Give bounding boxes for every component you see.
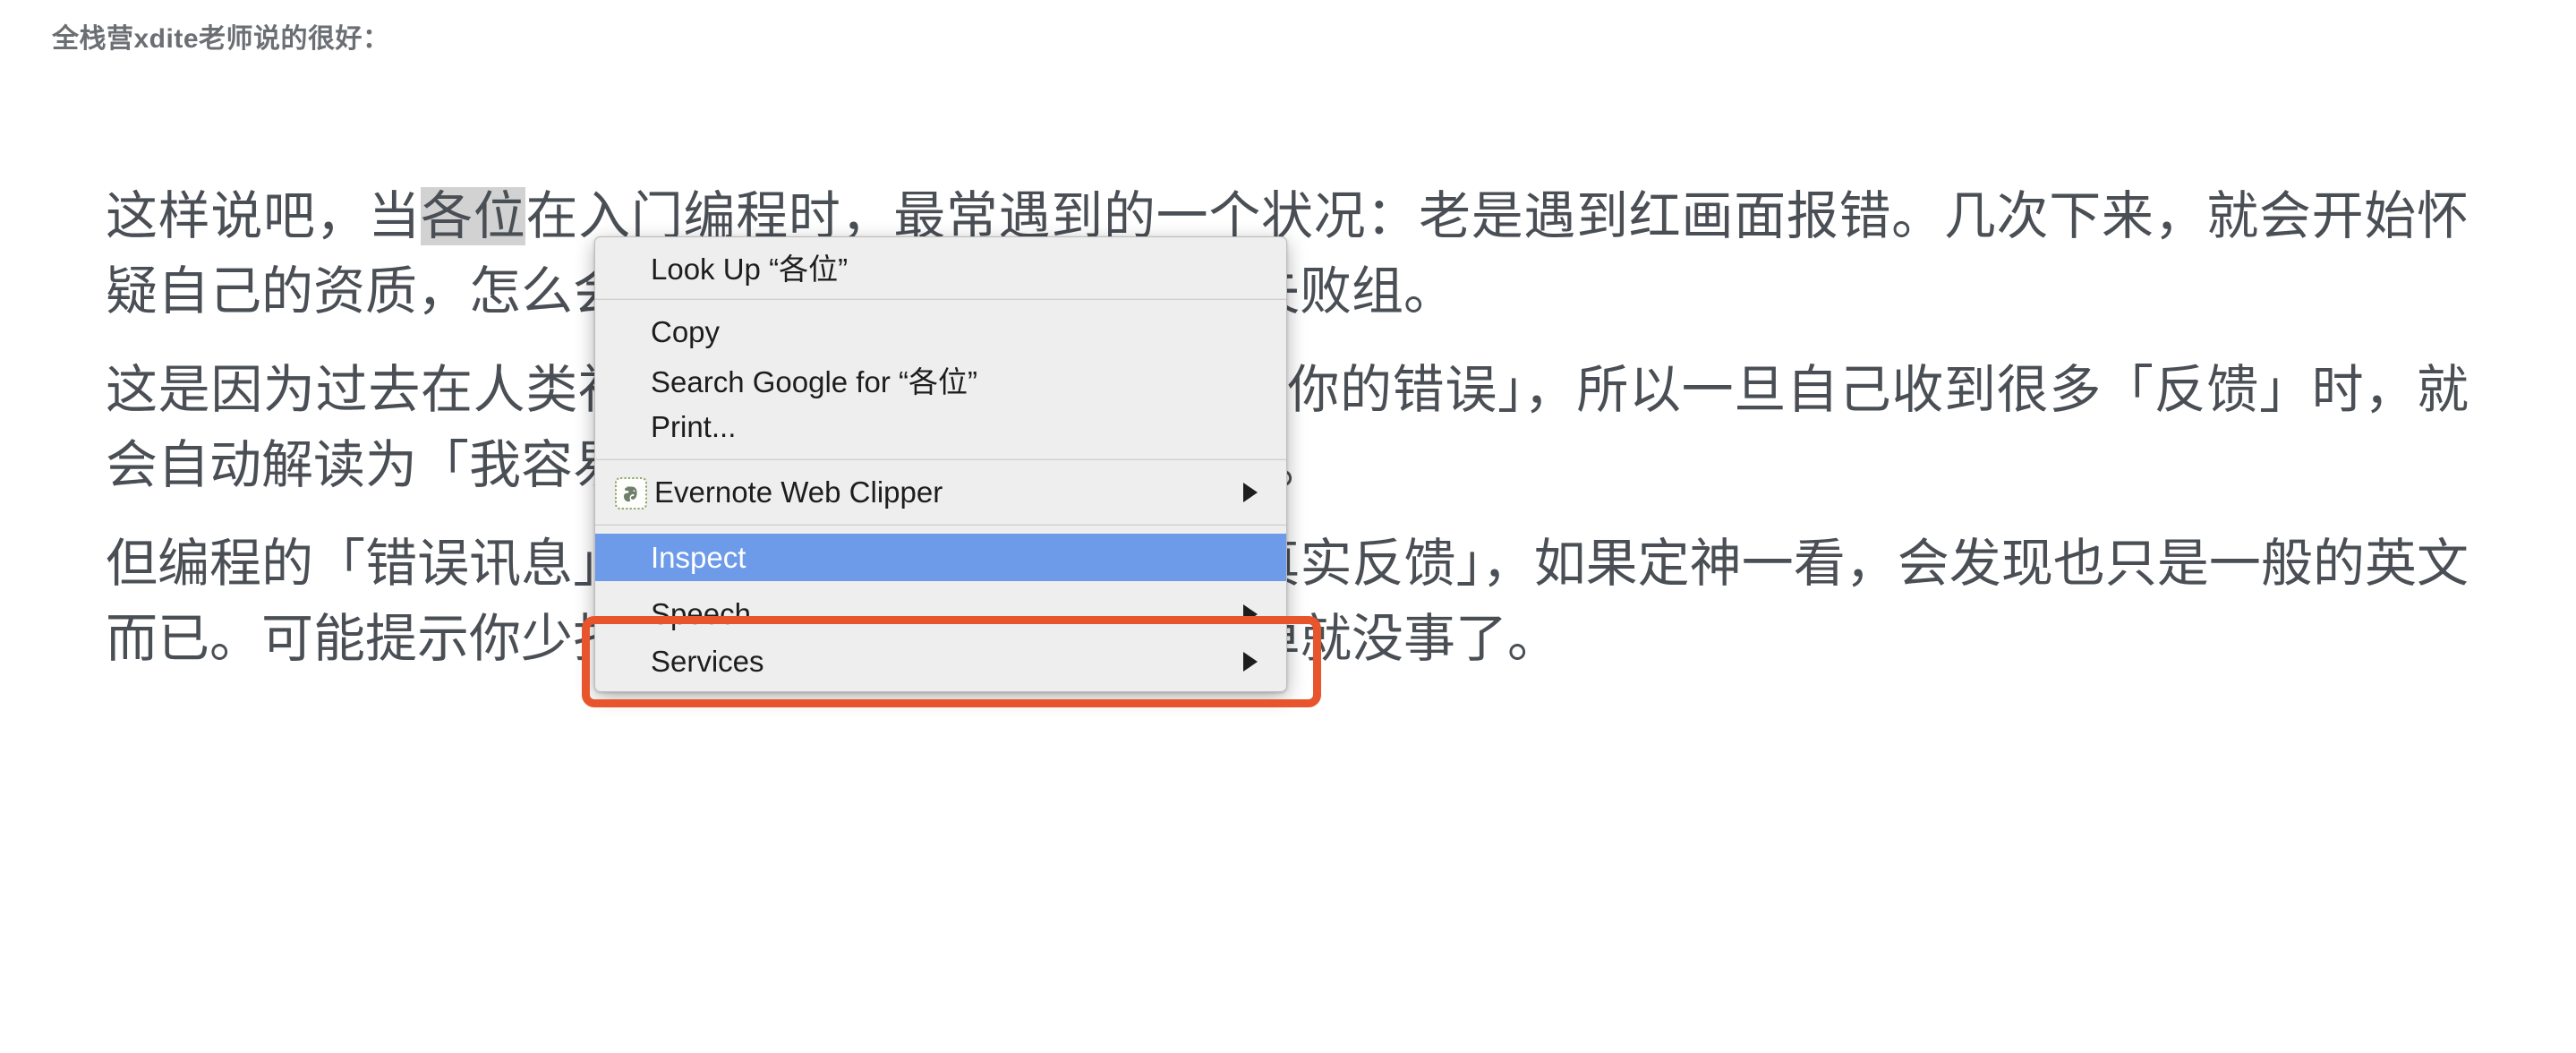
paragraph-1: 这样说吧，当各位在入门编程时，最常遇到的一个状况：老是遇到红画面报错。几次下来，… [106,179,2469,330]
menu-item-label: Evernote Web Clipper [654,475,943,509]
paragraph-1-before-selection: 这样说吧，当 [106,187,422,245]
context-menu[interactable]: Look Up “各位” Copy Search Google for “各位”… [594,236,1287,692]
menu-item-look-up[interactable]: Look Up “各位” [595,243,1286,290]
chevron-right-icon [1243,604,1258,624]
menu-separator [595,298,1286,300]
menu-item-services[interactable]: Services [595,638,1286,685]
menu-item-label: Services [651,644,764,678]
menu-separator [595,524,1286,526]
page-title: 全栈营xdite老师说的很好： [52,24,390,54]
menu-item-label: Inspect [651,540,746,574]
evernote-elephant-icon [615,476,647,509]
menu-item-search-google[interactable]: Search Google for “各位” [595,355,1286,403]
chevron-right-icon [1243,651,1258,672]
menu-item-label: Look Up “各位” [651,252,849,286]
menu-spacer [595,581,1286,590]
menu-item-speech[interactable]: Speech [595,590,1286,638]
menu-item-label: Print... [651,409,737,443]
selected-text-highlight[interactable]: 各位 [421,187,526,245]
chevron-right-icon [1243,482,1258,502]
menu-item-inspect[interactable]: Inspect [595,534,1286,581]
article-quote-block: 这样说吧，当各位在入门编程时，最常遇到的一个状况：老是遇到红画面报错。几次下来，… [106,179,2469,677]
menu-separator [595,458,1286,460]
paragraph-2: 这是因为过去在人类社会里，「很少有人会当面指出你的错误」，所以一旦自己收到很多「… [106,361,2469,494]
menu-item-label: Copy [651,314,721,348]
menu-item-copy[interactable]: Copy [595,308,1286,355]
paragraph-3: 但编程的「错误讯息」其实只是机器「不懂」的「真实反馈」，如果定神一看，会发现也只… [106,535,2469,668]
menu-item-label: Speech [651,596,751,630]
menu-item-evernote-web-clipper[interactable]: Evernote Web Clipper [595,468,1286,516]
menu-item-label: Search Google for “各位” [651,364,977,398]
menu-item-print[interactable]: Print... [595,403,1286,450]
